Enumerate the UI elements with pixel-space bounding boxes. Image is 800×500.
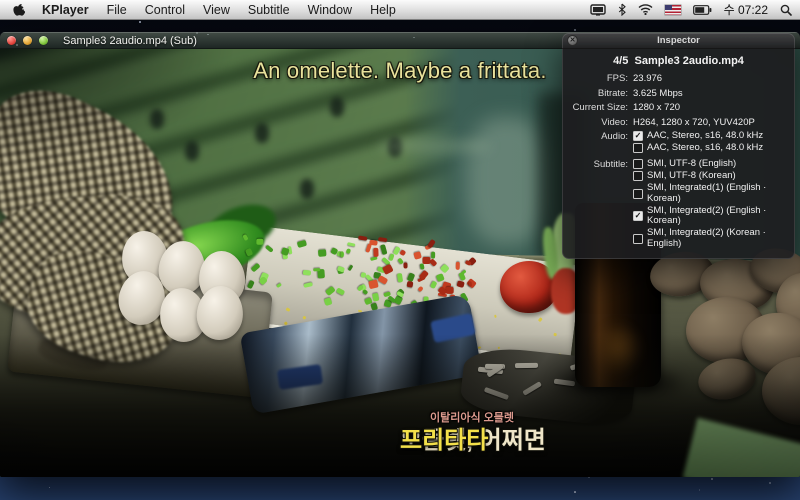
audio-track-1-label: AAC, Stereo, s16, 48.0 kHz bbox=[647, 131, 763, 142]
spotlight-icon[interactable] bbox=[780, 4, 792, 16]
inspector-titlebar[interactable]: Inspector bbox=[562, 33, 795, 49]
file-index: 4/5 bbox=[613, 55, 628, 67]
close-button[interactable] bbox=[7, 36, 16, 45]
bitrate-label: Bitrate: bbox=[570, 88, 628, 99]
battery-menu-icon[interactable] bbox=[693, 5, 712, 15]
bluetooth-menu-icon[interactable] bbox=[618, 3, 626, 16]
subtitle-track-3[interactable]: SMI, Integrated(1) (English · Korean) bbox=[633, 183, 787, 204]
apple-menu[interactable] bbox=[8, 2, 33, 17]
current-size-row: Current Size: 1280 x 720 bbox=[570, 102, 787, 113]
checkbox-icon[interactable] bbox=[633, 234, 643, 244]
menu-view[interactable]: View bbox=[194, 0, 239, 20]
subtitle-track-3-label: SMI, Integrated(1) (English · Korean) bbox=[647, 183, 787, 204]
menu-help[interactable]: Help bbox=[361, 0, 405, 20]
audio-row: Audio: ✓ AAC, Stereo, s16, 48.0 kHz AAC,… bbox=[570, 131, 787, 155]
subtitle-track-1[interactable]: SMI, UTF-8 (English) bbox=[633, 159, 787, 170]
subtitle-row: Subtitle: SMI, UTF-8 (English) SMI, UTF-… bbox=[570, 159, 787, 251]
star bbox=[139, 21, 141, 23]
star bbox=[769, 482, 771, 484]
bitrate-value: 3.625 Mbps bbox=[633, 88, 683, 99]
subtitle-track-1-label: SMI, UTF-8 (English) bbox=[647, 159, 736, 170]
checkbox-icon[interactable]: ✓ bbox=[633, 131, 643, 141]
menu-bar: KPlayer File Control View Subtitle Windo… bbox=[0, 0, 800, 20]
minimize-button[interactable] bbox=[23, 36, 32, 45]
bitrate-row: Bitrate: 3.625 Mbps bbox=[570, 88, 787, 99]
display-menu-icon[interactable] bbox=[590, 4, 606, 16]
subtitle-label: Subtitle: bbox=[570, 159, 628, 170]
menu-window[interactable]: Window bbox=[299, 0, 361, 20]
subtitle-track-5-label: SMI, Integrated(2) (Korean · English) bbox=[647, 228, 787, 249]
subtitle-korean-highlight: 프리타타 bbox=[400, 420, 488, 455]
subtitle-track-2[interactable]: SMI, UTF-8 (Korean) bbox=[633, 171, 787, 182]
file-name: Sample3 2audio.mp4 bbox=[634, 55, 743, 67]
subtitle-track-5[interactable]: SMI, Integrated(2) (Korean · English) bbox=[633, 228, 787, 249]
star bbox=[699, 489, 700, 490]
subtitle-track-4[interactable]: ✓ SMI, Integrated(2) (English · Korean) bbox=[633, 206, 787, 227]
menu-kplayer[interactable]: KPlayer bbox=[33, 0, 98, 20]
fps-value: 23.976 bbox=[633, 73, 662, 84]
audio-track-1[interactable]: ✓ AAC, Stereo, s16, 48.0 kHz bbox=[633, 131, 763, 142]
audio-track-2[interactable]: AAC, Stereo, s16, 48.0 kHz bbox=[633, 143, 763, 154]
inspector-panel: Inspector 4/5 Sample3 2audio.mp4 FPS: 23… bbox=[562, 33, 795, 259]
menu-control[interactable]: Control bbox=[136, 0, 194, 20]
star bbox=[574, 29, 576, 31]
star bbox=[574, 491, 576, 493]
video-value: H264, 1280 x 720, YUV420P bbox=[633, 117, 755, 128]
inspector-file-header: 4/5 Sample3 2audio.mp4 bbox=[566, 55, 791, 67]
inspector-close-icon[interactable] bbox=[567, 35, 578, 46]
audio-label: Audio: bbox=[570, 131, 628, 142]
audio-track-2-label: AAC, Stereo, s16, 48.0 kHz bbox=[647, 143, 763, 154]
zoom-button[interactable] bbox=[39, 36, 48, 45]
star bbox=[711, 478, 713, 480]
apple-icon bbox=[12, 2, 25, 17]
checkbox-icon[interactable] bbox=[633, 189, 643, 199]
inspector-title: Inspector bbox=[657, 35, 700, 46]
menu-clock[interactable]: 수 07:22 bbox=[724, 1, 768, 18]
current-size-label: Current Size: bbox=[570, 102, 628, 113]
input-language-flag-icon[interactable] bbox=[665, 5, 681, 15]
fps-label: FPS: bbox=[570, 73, 628, 84]
wifi-menu-icon[interactable] bbox=[638, 4, 653, 15]
checkbox-icon[interactable] bbox=[633, 143, 643, 153]
checkbox-icon[interactable]: ✓ bbox=[633, 211, 643, 221]
menu-file[interactable]: File bbox=[98, 0, 136, 20]
current-size-value: 1280 x 720 bbox=[633, 102, 680, 113]
subtitle-track-4-label: SMI, Integrated(2) (English · Korean) bbox=[647, 206, 787, 227]
star bbox=[49, 487, 50, 488]
checkbox-icon[interactable] bbox=[633, 171, 643, 181]
window-title: Sample3 2audio.mp4 (Sub) bbox=[63, 35, 197, 47]
video-label: Video: bbox=[570, 117, 628, 128]
checkbox-icon[interactable] bbox=[633, 159, 643, 169]
fps-row: FPS: 23.976 bbox=[570, 73, 787, 84]
video-row: Video: H264, 1280 x 720, YUV420P bbox=[570, 117, 787, 128]
subtitle-track-2-label: SMI, UTF-8 (Korean) bbox=[647, 171, 736, 182]
menu-subtitle[interactable]: Subtitle bbox=[239, 0, 299, 20]
